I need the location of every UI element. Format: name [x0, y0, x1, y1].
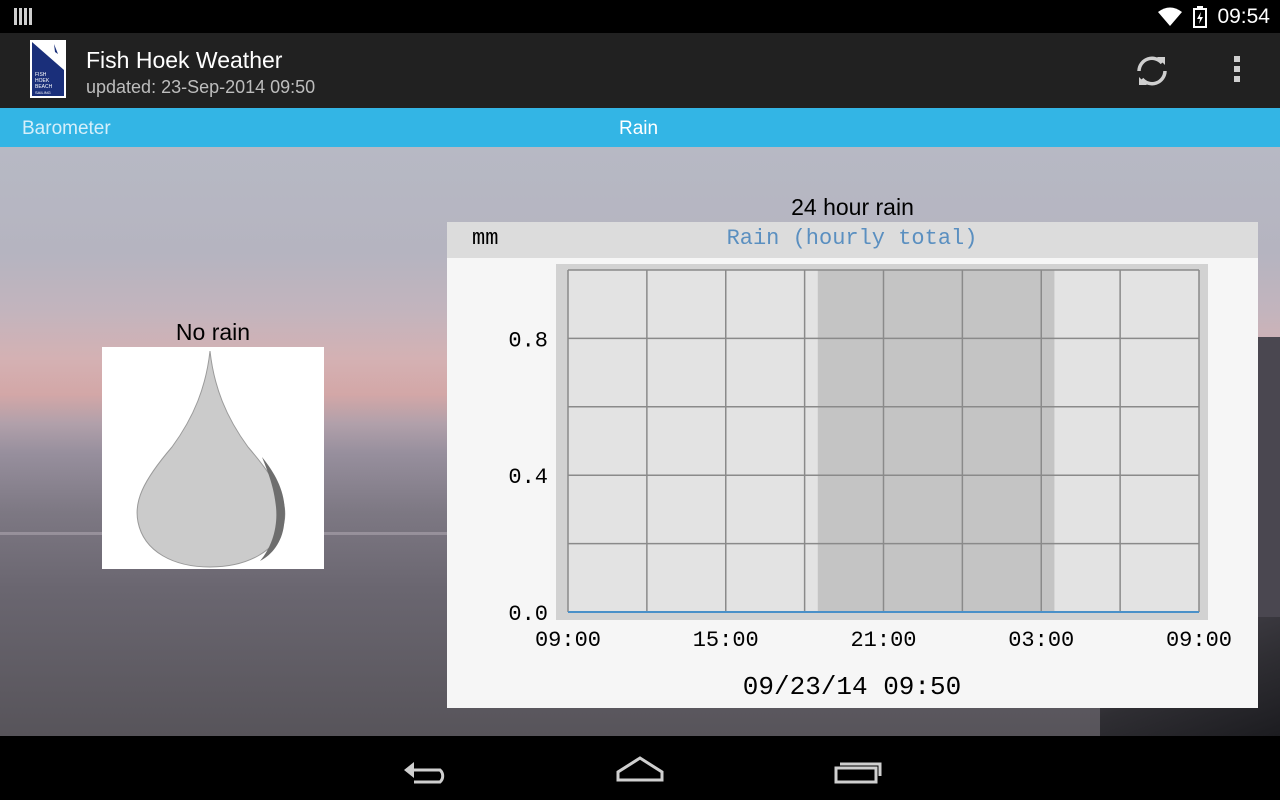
wifi-icon	[1158, 7, 1183, 26]
y-tick-label: 0.0	[508, 602, 548, 627]
clock: 09:54	[1217, 4, 1270, 28]
content-area: No rain 24 hour rain mm Rain (hourly tot…	[0, 147, 1280, 736]
y-tick-label: 0.8	[508, 328, 548, 353]
chart-caption: 24 hour rain	[791, 194, 914, 220]
night-shading	[817, 270, 1055, 612]
back-icon[interactable]	[394, 748, 454, 788]
status-bar: 09:54	[0, 0, 1280, 33]
home-icon[interactable]	[610, 748, 670, 788]
raindrop-icon	[136, 350, 286, 568]
y-axis-label: mm	[472, 226, 498, 251]
x-tick-label: 21:00	[850, 628, 916, 653]
app-title: Fish Hoek Weather	[86, 47, 283, 73]
y-tick-label: 0.4	[508, 465, 548, 490]
chart-title: Rain (hourly total)	[727, 226, 978, 251]
rain-chart: mm Rain (hourly total) 09:00 15:00 21:00 03…	[447, 222, 1258, 708]
tab-rain[interactable]: Rain	[619, 118, 658, 140]
notification-icon	[14, 8, 32, 25]
last-updated: updated: 23-Sep-2014 09:50	[86, 77, 316, 97]
navigation-bar	[0, 736, 1280, 800]
rain-chart-svg: mm Rain (hourly total) 09:00 15:00 21:00 03…	[447, 222, 1258, 702]
club-logo: FISH HOEK BEACH SAILING	[30, 40, 66, 98]
tab-strip: Barometer Rain	[0, 108, 1280, 147]
tab-barometer[interactable]: Barometer	[22, 118, 111, 140]
chart-timestamp: 09/23/14 09:50	[743, 672, 961, 702]
refresh-icon[interactable]	[1130, 51, 1174, 91]
raindrop-panel	[102, 347, 324, 569]
x-tick-label: 15:00	[693, 628, 759, 653]
recent-apps-icon[interactable]	[826, 748, 886, 788]
battery-icon	[1193, 5, 1208, 28]
svg-text:SAILING: SAILING	[35, 90, 51, 95]
rain-status-label: No rain	[175, 319, 251, 345]
overflow-menu-icon[interactable]	[1222, 53, 1252, 91]
x-tick-label: 03:00	[1008, 628, 1074, 653]
x-tick-label: 09:00	[1166, 628, 1232, 653]
action-bar: FISH HOEK BEACH SAILING Fish Hoek Weathe…	[0, 33, 1280, 108]
x-tick-label: 09:00	[535, 628, 601, 653]
